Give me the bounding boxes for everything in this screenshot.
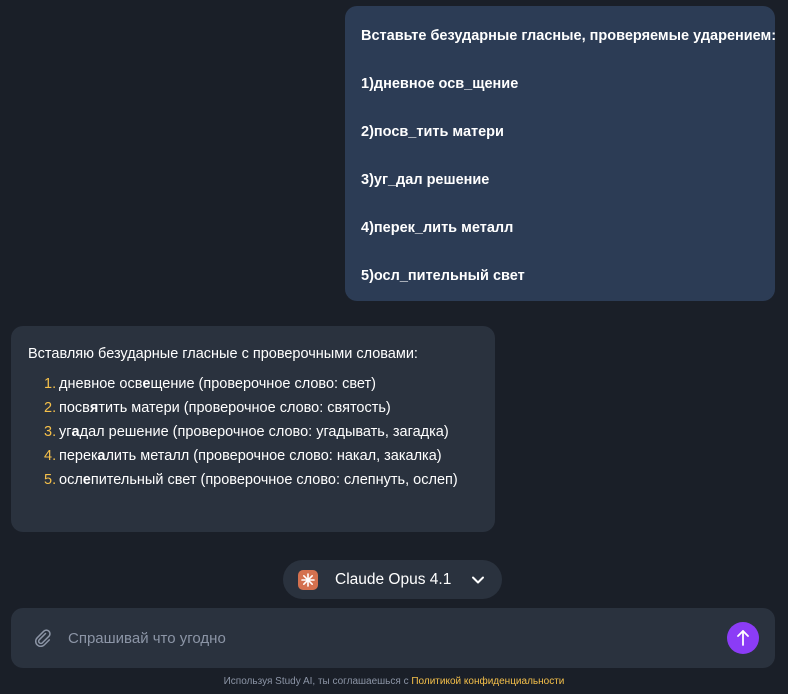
list-number: 4. <box>44 448 57 464</box>
user-message-line: Вставьте безударные гласные, проверяемые… <box>361 28 777 44</box>
list-number: 3. <box>44 424 57 440</box>
user-message-bubble: Вставьте безударные гласные, проверяемые… <box>345 6 777 301</box>
user-message-line: 3)уг_дал решение <box>361 172 490 188</box>
item-text-post: тить матери (проверочное слово: святость… <box>98 400 391 416</box>
item-text-pre: дневное осв <box>59 376 143 392</box>
item-text-pre: осл <box>59 472 83 488</box>
list-number: 5. <box>44 472 57 488</box>
item-text-post: пительный свет (проверочное слово: слепн… <box>90 472 458 488</box>
item-text-post: дал решение (проверочное слово: угадыват… <box>79 424 449 440</box>
footer-disclaimer: Используя Study AI, ты соглашаешься с По… <box>0 676 788 687</box>
item-text-post: щение (проверочное слово: свет) <box>150 376 376 392</box>
ai-answer-list: 1. дневное освещение (проверочное слово: … <box>28 374 479 494</box>
inserted-vowel: а <box>71 424 80 440</box>
ai-message-bubble: Вставляю безударные гласные с проверочны… <box>11 326 495 532</box>
list-item: 2. посвятить матери (проверочное слово: с… <box>44 398 479 422</box>
claude-spark-icon <box>298 569 318 590</box>
item-text-pre: посв <box>59 400 90 416</box>
list-item: 5. ослепительный свет (проверочное слово:… <box>44 470 479 494</box>
privacy-policy-link[interactable]: Политикой конфиденциальности <box>411 676 564 687</box>
ai-message-intro: Вставляю безударные гласные с проверочны… <box>28 346 418 362</box>
item-text-post: лить металл (проверочное слово: накал, з… <box>105 448 442 464</box>
list-item: 3. угадал решение (проверочное слово: уга… <box>44 422 479 446</box>
list-number: 2. <box>44 400 57 416</box>
chat-input[interactable] <box>68 618 727 658</box>
inserted-vowel: е <box>142 376 151 392</box>
model-name-label: Claude Opus 4.1 <box>335 570 452 588</box>
user-message-line: 4)перек_лить металл <box>361 220 514 236</box>
item-text-pre: уг <box>59 424 72 440</box>
send-button[interactable] <box>727 622 759 654</box>
model-selector-button[interactable]: Claude Opus 4.1 <box>283 560 502 599</box>
inserted-vowel: е <box>82 472 91 488</box>
list-item: 1. дневное освещение (проверочное слово: … <box>44 374 479 398</box>
composer-bar <box>11 608 775 668</box>
chat-app: Вставьте безударные гласные, проверяемые… <box>0 0 788 694</box>
paperclip-icon[interactable] <box>34 629 52 647</box>
list-number: 1. <box>44 376 57 392</box>
footer-text: Используя Study AI, ты соглашаешься с <box>223 676 409 687</box>
user-message-line: 1)дневное осв_щение <box>361 76 519 92</box>
user-message-line: 5)осл_пительный свет <box>361 268 525 284</box>
chevron-down-icon <box>471 575 485 585</box>
item-text-pre: перек <box>59 448 98 464</box>
user-message-line: 2)посв_тить матери <box>361 124 504 140</box>
arrow-up-icon <box>736 629 750 647</box>
list-item: 4. перекалить металл (проверочное слово: … <box>44 446 479 470</box>
